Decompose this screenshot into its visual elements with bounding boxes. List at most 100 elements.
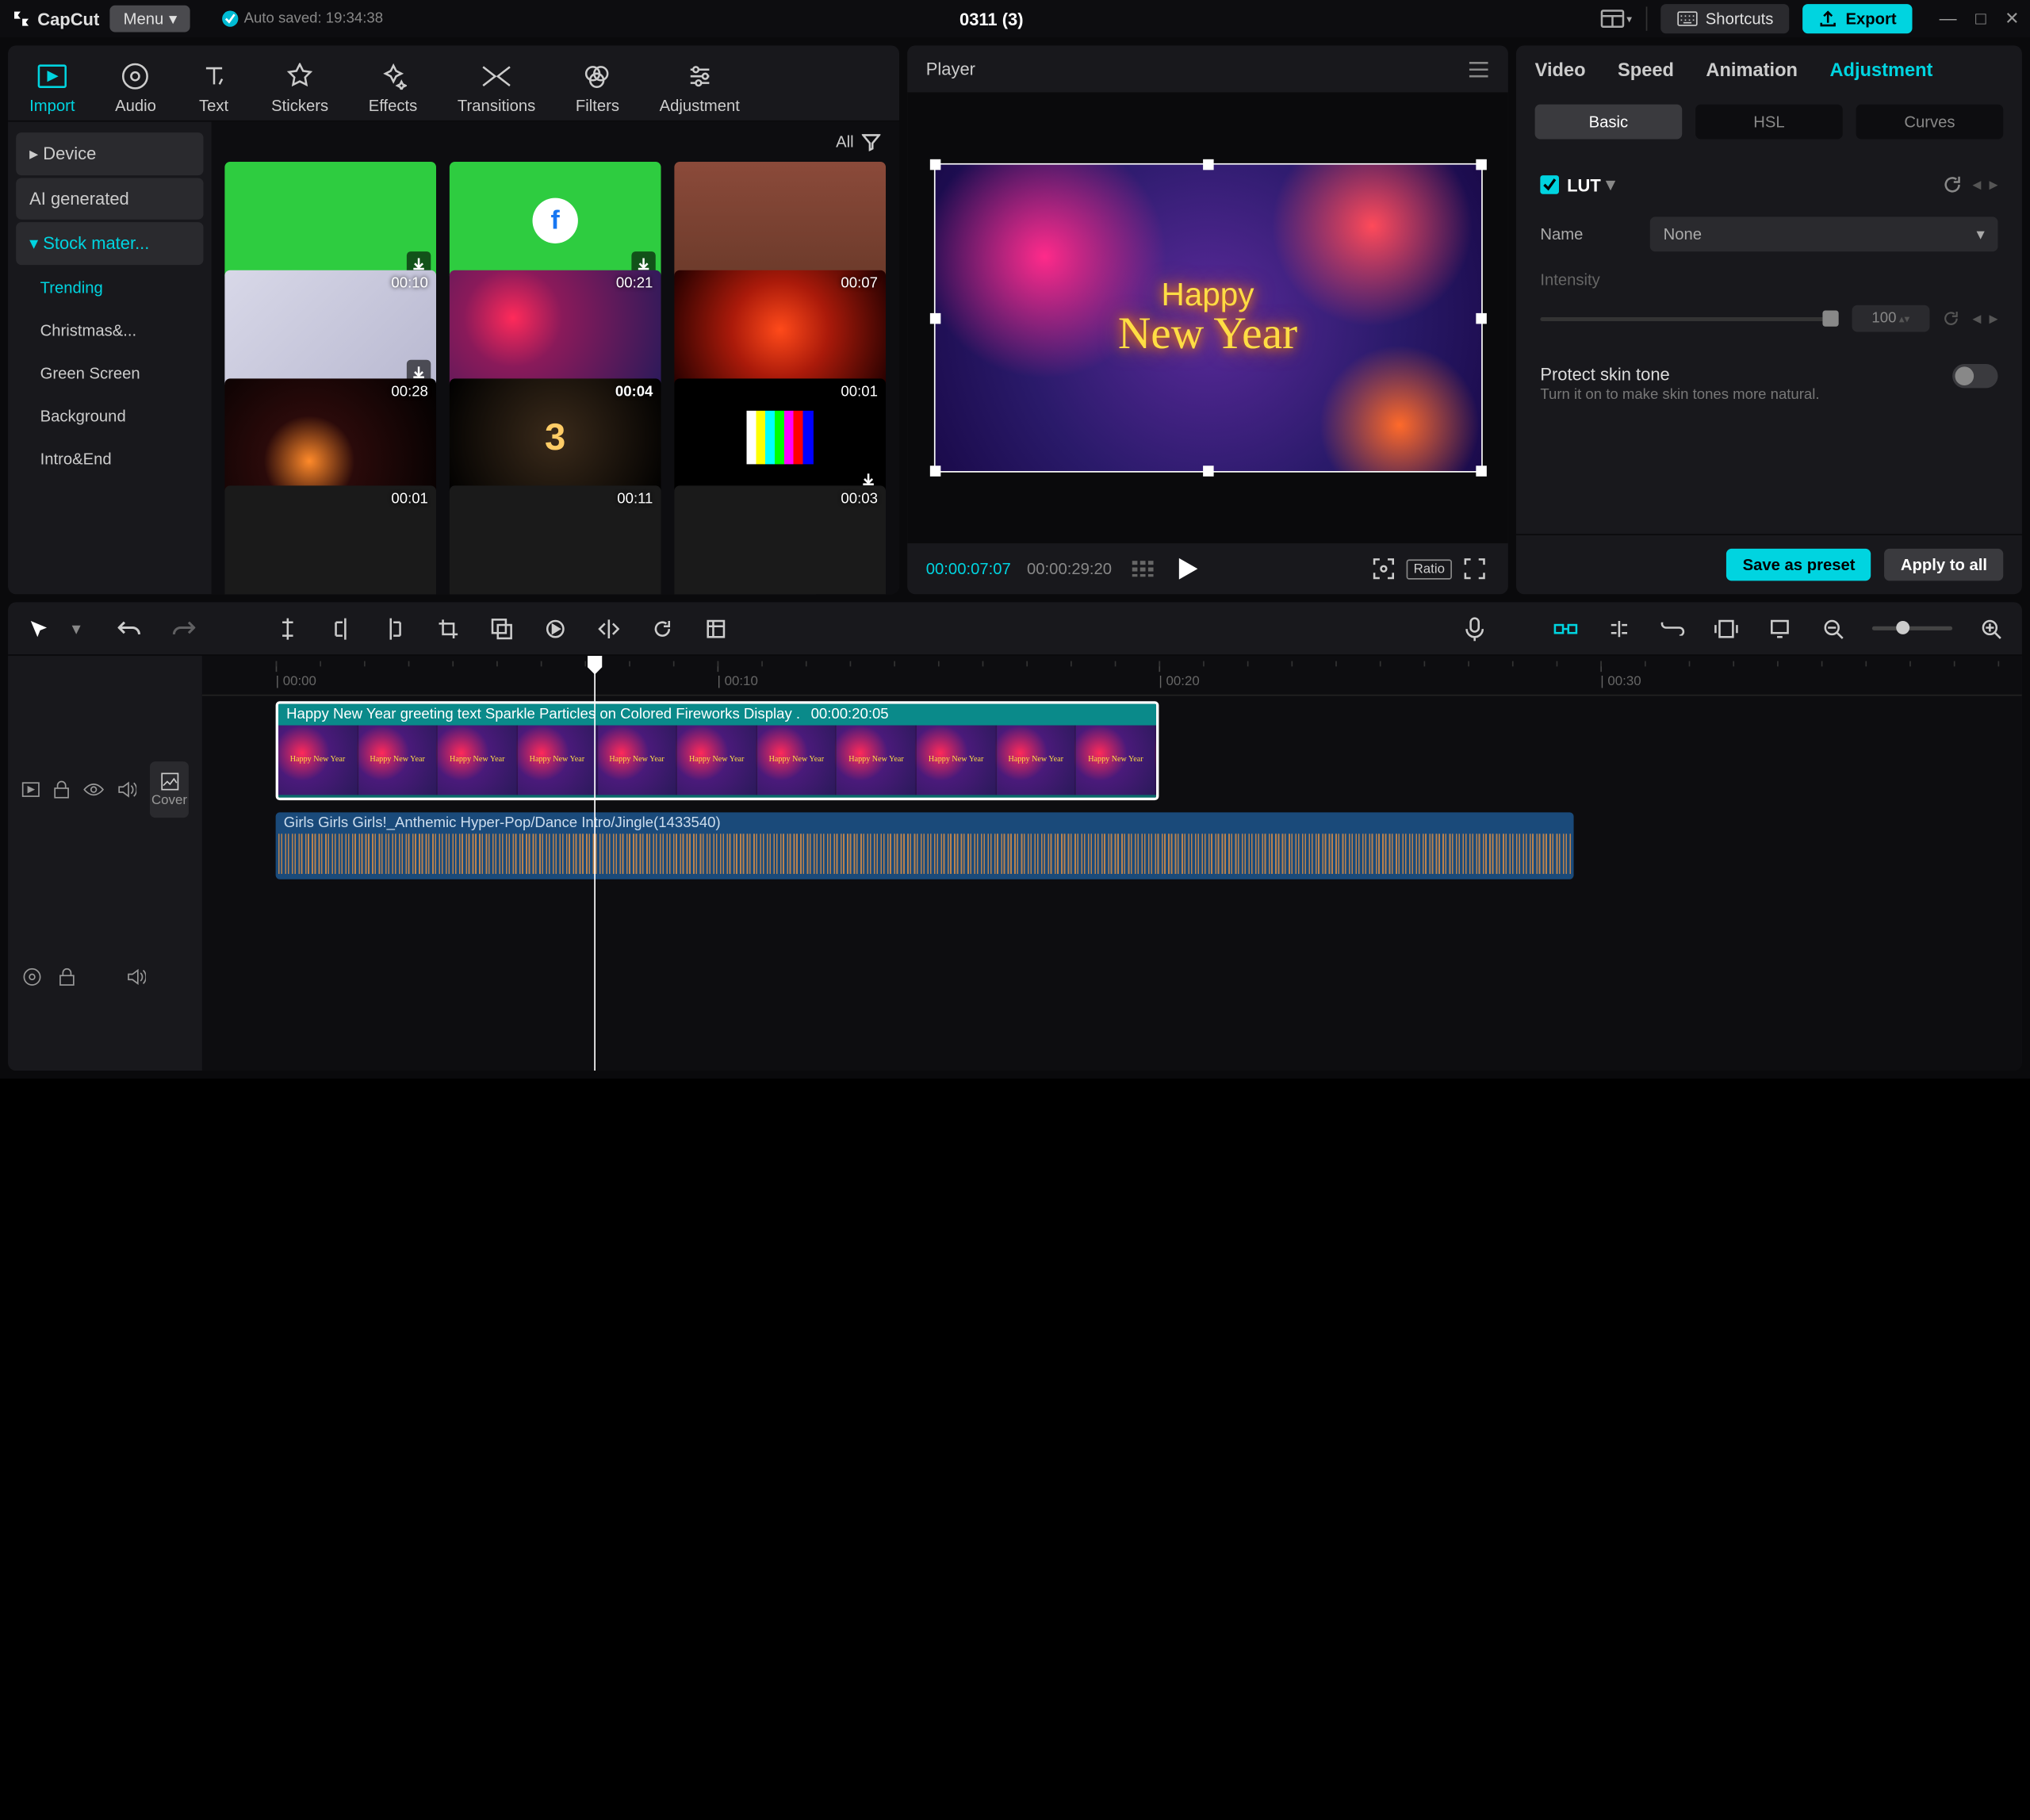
subtab-hsl[interactable]: HSL [1695,105,1843,140]
subtab-curves[interactable]: Curves [1856,105,2004,140]
intensity-value[interactable]: 100▴▾ [1852,305,1929,332]
cat-trending[interactable]: Trending [16,268,203,308]
reset-icon[interactable] [1943,175,1962,194]
mirror-tool[interactable] [594,614,623,643]
play-button[interactable] [1174,554,1203,584]
chevron-down-icon[interactable]: ▾ [1607,174,1615,195]
zoom-out-button[interactable] [1818,614,1848,643]
audio-clip[interactable]: Girls Girls Girls!_Anthemic Hyper-Pop/Da… [276,812,1574,879]
preview-canvas[interactable]: HappyNew Year [933,163,1482,472]
prev-keyframe[interactable]: ◂ [1972,174,1981,195]
handle-ml[interactable] [929,312,940,324]
link-toggle[interactable] [1658,614,1687,643]
media-thumb[interactable]: 00:28 [225,378,437,497]
tab-transitions[interactable]: Transitions [450,54,544,121]
track-mute-icon[interactable] [118,779,137,800]
magnet-toggle[interactable] [1551,614,1580,643]
filter-icon[interactable] [862,132,881,151]
video-clip[interactable]: Happy New Year greeting text Sparkle Par… [276,701,1159,800]
insp-tab-speed[interactable]: Speed [1618,59,1674,91]
media-thumb[interactable]: f [450,162,661,281]
handle-bm[interactable] [1202,466,1213,477]
filter-all[interactable]: All [836,132,854,151]
track-video-icon[interactable] [21,779,40,800]
grid-view-icon[interactable] [1128,554,1157,584]
save-preset-button[interactable]: Save as preset [1726,549,1871,581]
playhead[interactable] [594,656,596,1071]
media-thumb[interactable]: 00:01 [675,378,887,497]
media-thumb[interactable]: 00:21 [450,270,661,389]
track-lock-icon[interactable] [54,779,70,800]
video-track[interactable]: Happy New Year greeting text Sparkle Par… [202,696,2022,806]
minimize-button[interactable]: — [1940,8,1957,29]
next-keyframe[interactable]: ▸ [1989,174,1997,195]
subtab-basic[interactable]: Basic [1535,105,1683,140]
media-thumb[interactable]: 00:01 [225,486,437,594]
track-eye-icon[interactable] [83,779,105,800]
tab-adjustment[interactable]: Adjustment [651,54,748,121]
intensity-slider[interactable] [1540,316,1838,320]
fullscreen-icon[interactable] [1460,554,1489,584]
handle-br[interactable] [1476,466,1487,477]
zoom-thumb[interactable] [1896,621,1909,634]
marker-icon[interactable] [1765,614,1794,643]
lut-checkbox[interactable] [1540,175,1559,194]
tab-audio[interactable]: Audio [107,54,164,121]
media-thumb[interactable]: 00:03 [675,486,887,594]
media-thumb[interactable]: 00:11 [450,486,661,594]
media-thumb[interactable]: 00:07 [675,270,887,389]
trim-left-tool[interactable] [327,614,356,643]
tab-filters[interactable]: Filters [568,54,627,121]
split-tool[interactable] [273,614,302,643]
cat-greenscreen[interactable]: Green Screen [16,354,203,394]
mic-icon[interactable] [1460,614,1489,643]
slider-thumb[interactable] [1822,310,1838,326]
undo-button[interactable] [115,614,144,643]
player-menu-icon[interactable] [1468,61,1489,77]
copy-tool[interactable] [487,614,516,643]
export-button[interactable]: Export [1802,4,1912,33]
preview-mode-toggle[interactable] [1711,614,1741,643]
ratio-button[interactable]: Ratio [1415,554,1444,584]
rotate-tool[interactable] [648,614,677,643]
cat-device[interactable]: ▸ Device [16,132,203,175]
insp-tab-video[interactable]: Video [1535,59,1586,91]
tab-effects[interactable]: Effects [361,54,426,121]
cat-background[interactable]: Background [16,397,203,437]
track-mute-icon[interactable] [126,966,147,987]
handle-mr[interactable] [1476,312,1487,324]
select-mode-dropdown[interactable]: ▾ [62,614,91,643]
intensity-reset-icon[interactable] [1943,311,1959,327]
media-thumb[interactable]: 00:10 [225,270,437,389]
insp-tab-animation[interactable]: Animation [1706,59,1798,91]
maximize-button[interactable]: □ [1975,8,1986,29]
media-thumb[interactable] [675,162,887,281]
apply-all-button[interactable]: Apply to all [1885,549,2004,581]
cat-ai[interactable]: AI generated [16,178,203,219]
timeline-tracks[interactable]: | 00:00| 00:10| 00:20| 00:30 Happy New Y… [202,656,2022,1071]
cat-introend[interactable]: Intro&End [16,439,203,480]
timeline-ruler[interactable]: | 00:00| 00:10| 00:20| 00:30 [202,656,2022,696]
media-thumb[interactable]: 300:04 [450,378,661,497]
select-tool[interactable] [24,614,53,643]
menu-button[interactable]: Menu ▾ [110,6,190,33]
player-viewport[interactable]: HappyNew Year [907,92,1508,543]
shortcuts-button[interactable]: Shortcuts [1660,4,1789,33]
fullframe-icon[interactable] [1369,554,1398,584]
reverse-tool[interactable] [541,614,570,643]
media-thumb[interactable] [225,162,437,281]
crop-ratio-tool[interactable] [701,614,730,643]
cat-stock[interactable]: ▾ Stock mater... [16,222,203,265]
crop-tool[interactable] [434,614,463,643]
zoom-in-button[interactable] [1976,614,2005,643]
track-lock-icon[interactable] [56,966,78,987]
insp-tab-adjustment[interactable]: Adjustment [1829,59,1932,91]
handle-bl[interactable] [929,466,940,477]
tab-import[interactable]: Import [21,54,83,121]
trim-right-tool[interactable] [380,614,409,643]
cover-button[interactable]: Cover [150,761,189,818]
lut-name-select[interactable]: None ▾ [1650,216,1998,251]
redo-button[interactable] [169,614,198,643]
handle-tm[interactable] [1202,159,1213,171]
handle-tr[interactable] [1476,159,1487,171]
